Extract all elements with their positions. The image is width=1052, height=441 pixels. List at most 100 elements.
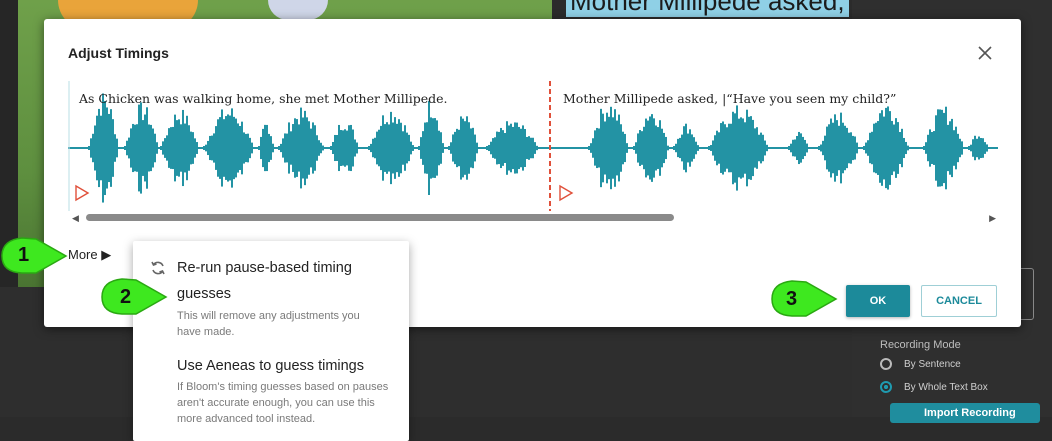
waveform-sample: [217, 119, 219, 177]
waveform-sample: [708, 146, 710, 150]
waveform-sample: [953, 130, 955, 166]
import-recording-button[interactable]: Import Recording: [890, 403, 1040, 423]
waveform-sample: [156, 142, 158, 154]
by-sentence-label: By Sentence: [904, 358, 961, 370]
waveform-sample: [618, 114, 620, 182]
waveform-sample: [633, 146, 635, 150]
waveform-sample: [308, 121, 310, 175]
close-icon[interactable]: [975, 43, 995, 63]
waveform-sample: [635, 142, 637, 154]
waveform-sample: [213, 133, 215, 163]
waveform-sample: [243, 132, 245, 164]
waveform-sample: [905, 141, 907, 155]
waveform-sample: [610, 106, 612, 190]
waveform-sample: [945, 106, 947, 190]
waveform-sample: [592, 138, 594, 158]
waveform-sample: [901, 128, 903, 168]
waveform-sample: [955, 126, 957, 170]
waveform-sample: [840, 112, 842, 184]
waveform-sample: [438, 130, 440, 166]
waveform-sample: [440, 132, 442, 164]
scroll-left-icon[interactable]: ◀: [72, 213, 79, 224]
waveform-sample: [350, 124, 352, 172]
scroll-right-icon[interactable]: ▶: [989, 213, 996, 224]
rerun-pause-timing-item[interactable]: Re-run pause-based timing guesses This w…: [149, 255, 395, 340]
waveform-sample: [500, 127, 502, 169]
by-sentence-option[interactable]: By Sentence: [880, 358, 961, 370]
waveform-sample: [510, 123, 512, 173]
waveform-sample: [716, 130, 718, 166]
waveform-sample: [877, 121, 879, 175]
waveform-sample: [941, 109, 943, 187]
by-sentence-radio[interactable]: [880, 358, 892, 370]
waveform-sample: [278, 146, 280, 150]
waveform-sample: [140, 102, 142, 194]
scroll-thumb[interactable]: [86, 214, 674, 221]
waveform-sample: [128, 137, 130, 159]
waveform-sample: [302, 117, 304, 179]
waveform-sample: [233, 116, 235, 180]
waveform-sample: [410, 141, 412, 155]
waveform-sample: [798, 131, 800, 165]
waveform-sample: [166, 135, 168, 161]
waveform-sample: [227, 114, 229, 182]
waveform-sample: [532, 137, 534, 159]
waveform-sample: [806, 143, 808, 153]
waveform-sample: [718, 132, 720, 164]
waveform-sample: [590, 143, 592, 153]
waveform-sample: [170, 127, 172, 169]
rerun-title: Re-run pause-based timing guesses: [177, 260, 352, 302]
waveform-sample: [818, 146, 820, 150]
waveform-sample: [460, 116, 462, 180]
waveform-sample: [368, 146, 370, 150]
waveform-sample: [790, 143, 792, 153]
waveform-sample: [846, 127, 848, 169]
waveform-sample: [488, 144, 490, 152]
play-segment-2-icon[interactable]: [559, 184, 574, 202]
cancel-button[interactable]: CANCEL: [921, 285, 997, 317]
play-segment-1-icon[interactable]: [75, 184, 90, 202]
waveform-sample: [380, 125, 382, 171]
waveform-sample: [372, 138, 374, 158]
waveform-sample: [828, 124, 830, 172]
waveform-area[interactable]: As Chicken was walking home, she met Mot…: [68, 81, 998, 231]
waveform-sample: [879, 113, 881, 183]
waveform-sample: [496, 131, 498, 165]
waveform-sample: [756, 127, 758, 169]
waveform-sample: [695, 141, 697, 155]
waveform-sample: [665, 136, 667, 160]
waveform-sample: [454, 131, 456, 165]
waveform-sample: [404, 125, 406, 171]
waveform-sample: [374, 137, 376, 159]
refresh-icon: [151, 261, 165, 275]
waveform-sample: [264, 124, 266, 172]
waveform-sample: [822, 140, 824, 156]
waveform-sample: [620, 124, 622, 172]
waveform-sample: [168, 128, 170, 168]
horizontal-scrollbar[interactable]: ◀ ▶: [68, 211, 998, 223]
waveform-sample: [887, 106, 889, 190]
more-toggle[interactable]: More ▶: [68, 247, 111, 263]
waveform-sample: [655, 125, 657, 171]
waveform-sample: [268, 133, 270, 163]
ok-button[interactable]: OK: [846, 285, 910, 317]
waveform-sample: [286, 133, 288, 163]
waveform-sample: [92, 133, 94, 163]
use-aeneas-item[interactable]: Use Aeneas to guess timings If Bloom's t…: [177, 353, 397, 427]
waveform-sample: [146, 107, 148, 189]
waveform-sample: [490, 141, 492, 155]
waveform-sample: [348, 125, 350, 171]
waveform-sample: [235, 118, 237, 178]
waveform-sample: [138, 104, 140, 192]
waveform-sample: [408, 134, 410, 162]
waveform-sample: [458, 129, 460, 167]
by-whole-text-box-radio[interactable]: [880, 381, 892, 393]
by-whole-text-box-option[interactable]: By Whole Text Box: [880, 381, 988, 393]
waveform-sample: [223, 119, 225, 177]
waveform-sample: [903, 137, 905, 159]
waveform-sample: [895, 118, 897, 178]
waveform-sample: [796, 135, 798, 161]
waveform-sample: [734, 113, 736, 183]
waveform-sample: [310, 128, 312, 168]
waveform-sample: [229, 115, 231, 181]
